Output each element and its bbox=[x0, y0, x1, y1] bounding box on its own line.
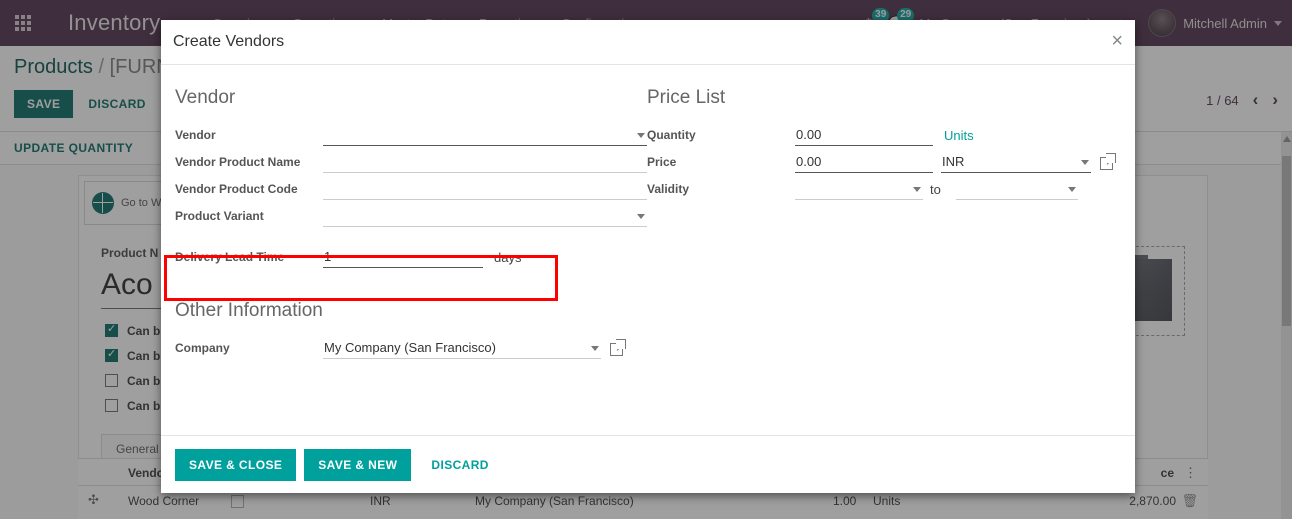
field-control-company bbox=[323, 338, 601, 359]
delivery-lead-time-unit: days bbox=[494, 250, 522, 265]
field-label-vendor-product-code: Vendor Product Code bbox=[175, 182, 298, 196]
field-row-quantity: Quantity Units bbox=[647, 119, 1119, 146]
dialog-header: Create Vendors × bbox=[161, 20, 1135, 65]
field-label-product-variant: Product Variant bbox=[175, 209, 264, 223]
field-control-vendor-product-name bbox=[323, 152, 647, 173]
price-list-group: Price List Quantity Units Price bbox=[647, 87, 1119, 268]
field-row-vendor-product-name: Vendor Product Name bbox=[175, 146, 647, 173]
save-and-new-button[interactable]: SAVE & NEW bbox=[304, 448, 412, 481]
delivery-lead-time-input[interactable] bbox=[323, 247, 483, 268]
form-columns: Vendor Vendor Vendor Product Name Vendor… bbox=[175, 87, 1121, 268]
create-vendors-dialog: Create Vendors × Vendor Vendor Vendor Pr… bbox=[161, 20, 1135, 493]
field-control-price bbox=[795, 152, 933, 173]
field-row-company: Company bbox=[175, 332, 1121, 359]
vendor-product-code-input[interactable] bbox=[323, 179, 647, 200]
external-link-icon[interactable] bbox=[1100, 153, 1116, 170]
vendor-product-name-input[interactable] bbox=[323, 152, 647, 173]
field-row-vendor: Vendor bbox=[175, 119, 647, 146]
field-control-delivery-lead-time bbox=[323, 247, 483, 268]
currency-input[interactable] bbox=[941, 152, 1091, 173]
field-row-delivery-lead-time: Delivery Lead Time days bbox=[175, 241, 647, 268]
quantity-input[interactable] bbox=[795, 125, 933, 146]
vendor-input[interactable] bbox=[323, 125, 647, 146]
field-label-price: Price bbox=[647, 155, 677, 169]
field-label-delivery-lead-time: Delivery Lead Time bbox=[175, 250, 285, 264]
field-control-validity-from bbox=[795, 179, 923, 200]
field-label-vendor-product-name: Vendor Product Name bbox=[175, 155, 301, 169]
close-icon[interactable]: × bbox=[1111, 31, 1123, 51]
field-label-company: Company bbox=[175, 341, 230, 355]
vendor-group-title: Vendor bbox=[175, 87, 236, 108]
field-control-vendor-product-code bbox=[323, 179, 647, 200]
discard-dialog-button[interactable]: DISCARD bbox=[419, 449, 500, 481]
other-information-group: Other Information Company bbox=[175, 300, 1121, 359]
field-row-validity: Validity to bbox=[647, 173, 1119, 200]
vendor-group: Vendor Vendor Vendor Product Name Vendor… bbox=[175, 87, 647, 268]
screenshot-root: Inventory Overview Operations Master Dat… bbox=[0, 0, 1292, 519]
field-control-quantity bbox=[795, 125, 933, 146]
dialog-body: Vendor Vendor Vendor Product Name Vendor… bbox=[161, 65, 1135, 435]
dialog-footer: SAVE & CLOSE SAVE & NEW DISCARD bbox=[161, 435, 1135, 493]
price-list-group-title: Price List bbox=[647, 87, 726, 108]
field-control-vendor bbox=[323, 125, 647, 146]
dialog-title: Create Vendors bbox=[173, 33, 285, 50]
quantity-uom-link[interactable]: Units bbox=[944, 128, 974, 146]
field-row-vendor-product-code: Vendor Product Code bbox=[175, 173, 647, 200]
field-row-price: Price bbox=[647, 146, 1119, 173]
validity-to-input[interactable] bbox=[955, 179, 1078, 200]
field-label-validity: Validity bbox=[647, 182, 690, 196]
price-input[interactable] bbox=[795, 152, 933, 173]
field-control-product-variant bbox=[323, 206, 647, 227]
field-control-validity-to bbox=[955, 179, 1078, 200]
other-information-title: Other Information bbox=[175, 300, 323, 321]
field-control-currency bbox=[941, 152, 1091, 173]
field-row-product-variant: Product Variant bbox=[175, 200, 647, 227]
product-variant-input[interactable] bbox=[323, 206, 647, 227]
field-label-vendor: Vendor bbox=[175, 128, 216, 142]
validity-from-input[interactable] bbox=[795, 179, 923, 200]
validity-separator: to bbox=[930, 182, 941, 197]
save-and-close-button[interactable]: SAVE & CLOSE bbox=[175, 448, 297, 481]
field-label-quantity: Quantity bbox=[647, 128, 696, 142]
company-input[interactable] bbox=[323, 338, 601, 359]
external-link-icon[interactable] bbox=[610, 339, 626, 356]
